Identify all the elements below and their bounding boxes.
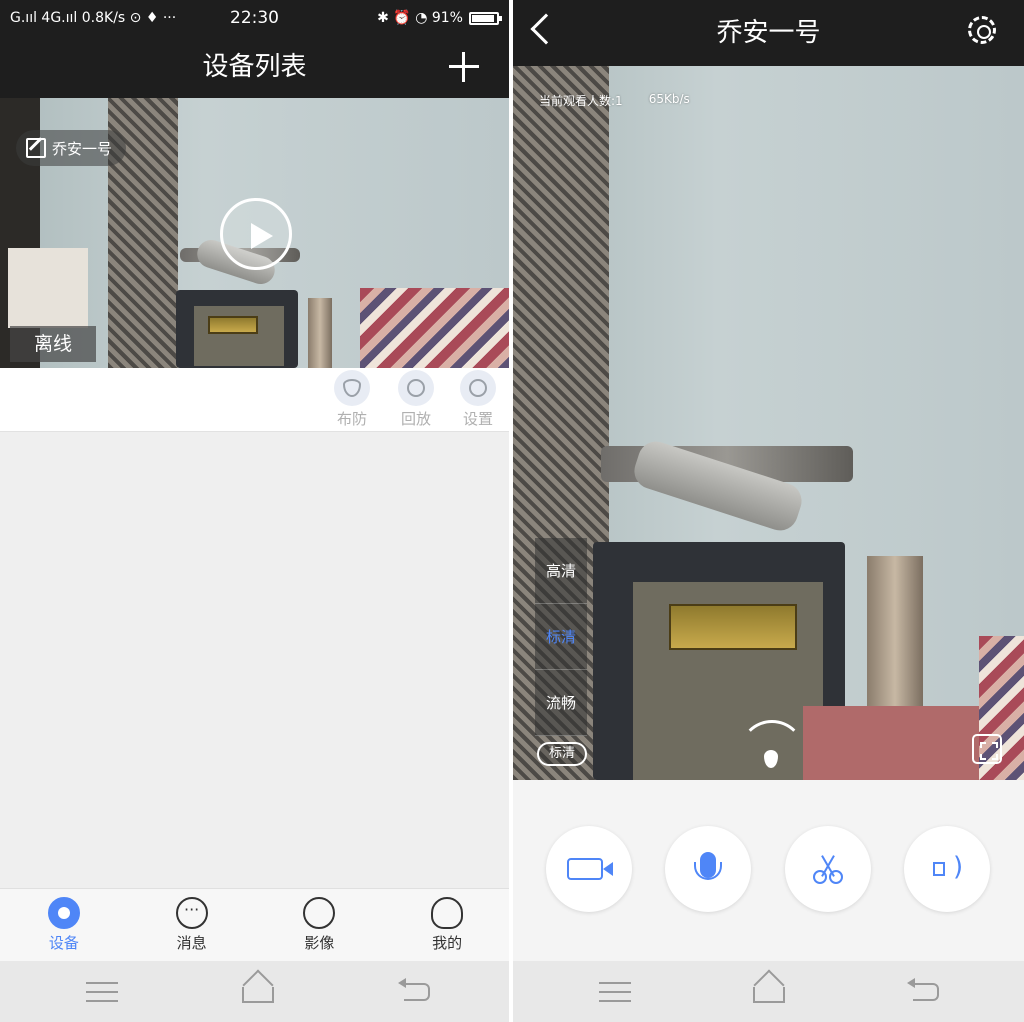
gear-icon: [460, 370, 496, 406]
settings-label: 设置: [462, 410, 493, 428]
device-actions: 布防 回放 设置: [0, 368, 509, 432]
bitrate: 65Kb/s: [648, 92, 690, 106]
playback-button[interactable]: 回放: [386, 370, 446, 430]
tab-label: 影像: [304, 934, 335, 952]
battery-icon: [469, 11, 502, 25]
status-signal: G.ııl 4G.ııl 0.8K/s ⊙ ♦ ···: [10, 10, 177, 26]
page-title: 乔安一号: [716, 18, 821, 48]
fullscreen-icon[interactable]: [972, 734, 1002, 764]
sound-button[interactable]: [904, 826, 990, 912]
talk-button[interactable]: [665, 826, 751, 912]
chat-icon: [175, 897, 208, 929]
status-time: 22:30: [230, 8, 279, 28]
tab-label: 消息: [176, 934, 207, 952]
quilt: [360, 288, 509, 368]
video-camera-icon: [567, 858, 613, 880]
play-button[interactable]: [220, 198, 292, 270]
menu-icon[interactable]: [599, 982, 631, 1002]
system-nav-bar: [0, 961, 509, 1022]
header: 设备列表: [0, 36, 509, 98]
tab-label: 我的: [432, 934, 463, 952]
status-bar: G.ııl 4G.ııl 0.8K/s ⊙ ♦ ··· 22:30 ✱ ⏰ ◔ …: [0, 0, 509, 36]
home-icon[interactable]: [753, 987, 785, 1003]
battery-level: [472, 14, 494, 22]
edit-icon: [26, 138, 46, 158]
menu-icon[interactable]: [86, 982, 118, 1002]
quality-option-sd[interactable]: 标清: [535, 604, 587, 670]
stream-info: 当前观看人数:1 65Kb/s: [539, 92, 690, 109]
viewer-count: 当前观看人数:1: [539, 94, 623, 108]
status-indicators: ✱ ⏰ ◔ 91%: [377, 10, 463, 26]
quality-option-smooth[interactable]: 流畅: [535, 670, 587, 736]
scissors-icon: [813, 854, 843, 884]
camera-icon: [47, 897, 80, 929]
replay-icon: [398, 370, 434, 406]
record-button[interactable]: [546, 826, 632, 912]
playback-label: 回放: [400, 410, 431, 428]
tab-me[interactable]: 我的: [383, 889, 509, 961]
device-list-screen: G.ııl 4G.ııl 0.8K/s ⊙ ♦ ··· 22:30 ✱ ⏰ ◔ …: [0, 0, 511, 1022]
person-icon: [431, 897, 464, 929]
home-icon[interactable]: [242, 987, 274, 1003]
quality-toggle[interactable]: 标清: [537, 742, 587, 766]
gear-icon[interactable]: [968, 16, 996, 44]
tab-devices[interactable]: 设备: [0, 889, 128, 961]
add-device-button[interactable]: [447, 50, 481, 84]
tab-images[interactable]: 影像: [256, 889, 384, 961]
tab-label: 设备: [48, 934, 79, 952]
camera-thumbnail[interactable]: 乔安一号 离线: [0, 98, 509, 368]
tab-messages[interactable]: 消息: [128, 889, 256, 961]
system-nav-bar: [513, 961, 1024, 1022]
device-name-tag[interactable]: 乔安一号: [16, 130, 127, 166]
ptz-control[interactable]: [739, 720, 805, 770]
speaker-icon: [933, 852, 963, 882]
live-video[interactable]: 当前观看人数:1 65Kb/s 高清 标清 流畅 标清: [513, 66, 1024, 780]
live-view-screen: 乔安一号 当前观看人数:1 65Kb/s 高清 标清 流畅 标清: [513, 0, 1024, 1022]
screenshot-button[interactable]: [785, 826, 871, 912]
image-icon: [303, 897, 336, 929]
shopping-bag: [8, 248, 88, 328]
status-badge: 离线: [10, 326, 96, 362]
shield-icon: [334, 370, 370, 406]
back-icon[interactable]: [398, 978, 430, 1001]
microphone-icon: [694, 852, 722, 880]
back-icon[interactable]: [907, 978, 939, 1001]
device-name: 乔安一号: [52, 139, 113, 158]
safe: [176, 290, 298, 368]
arm-button[interactable]: 布防: [322, 370, 382, 430]
bottom-tab-bar: 设备 消息 影像 我的: [0, 888, 509, 961]
page-title: 设备列表: [202, 52, 307, 82]
control-panel: [513, 780, 1024, 961]
quality-menu: 高清 标清 流畅: [535, 538, 587, 736]
arm-label: 布防: [336, 410, 367, 428]
device-settings-button[interactable]: 设置: [448, 370, 508, 430]
header: 乔安一号: [513, 0, 1024, 66]
quality-option-hd[interactable]: 高清: [535, 538, 587, 604]
